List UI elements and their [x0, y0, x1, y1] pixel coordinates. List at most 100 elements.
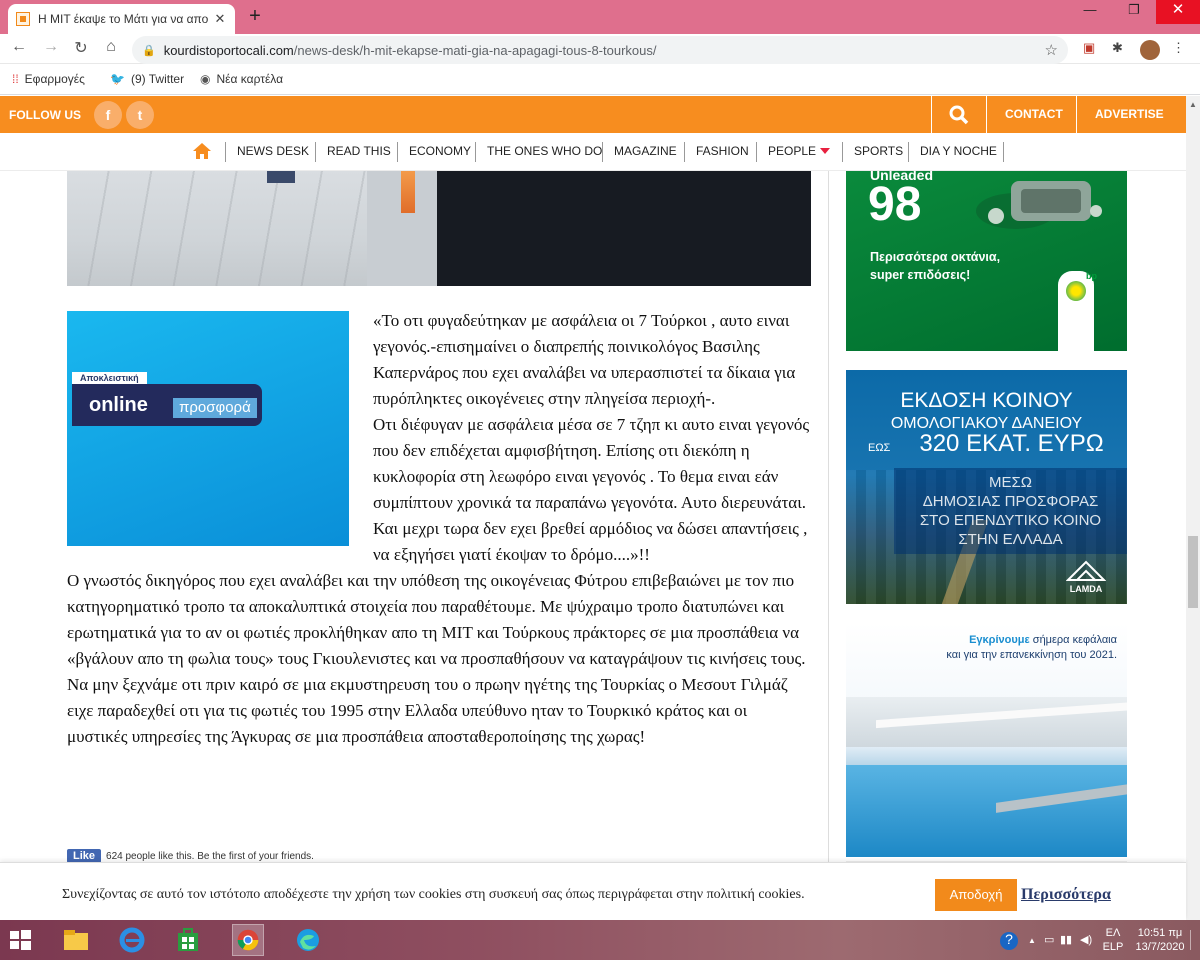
windows-start-icon[interactable]	[4, 924, 36, 956]
divider	[315, 142, 316, 162]
reload-icon[interactable]: ↻	[70, 38, 92, 58]
lamda-bond-ad[interactable]: ΕΚΔΟΣΗ ΚΟΙΝΟΥ ΟΜΟΛΟΓΙΑΚΟΥ ΔΑΝΕΙΟΥ ΕΩΣ 32…	[846, 370, 1127, 604]
nav-magazine[interactable]: MAGAZINE	[614, 144, 677, 158]
article-hero-image	[67, 171, 811, 286]
cookie-more-link[interactable]: Περισσότερα	[1021, 886, 1111, 904]
forward-icon[interactable]: →	[40, 38, 62, 56]
nav-sports[interactable]: SPORTS	[854, 144, 903, 158]
engine-illustration	[976, 181, 1102, 229]
extension-pocket-icon[interactable]: ▣	[1083, 40, 1095, 56]
scroll-up-icon[interactable]: ▲	[1189, 100, 1197, 109]
nav-dia-y-noche[interactable]: DIA Y NOCHE	[920, 144, 997, 158]
article-body: «Το οτι φυγαδεύτηκαν με ασφάλεια οι 7 Το…	[67, 311, 811, 750]
float-spacer	[67, 311, 373, 546]
restore-button[interactable]: ❐	[1112, 0, 1156, 24]
windows-taskbar: ? ▲ ▭ ▮▮ ◀) ΕΛ ELP 10:51 πμ 13/7/2020	[0, 920, 1200, 960]
traffic-cone	[401, 171, 415, 213]
nav-people[interactable]: PEOPLE	[768, 144, 816, 158]
close-window-button[interactable]: ✕	[1156, 0, 1200, 24]
network-icon[interactable]: ▭	[1044, 933, 1054, 947]
edge-icon[interactable]	[292, 924, 324, 956]
twitter-icon: 🐦	[110, 72, 125, 86]
back-icon[interactable]: ←	[8, 38, 30, 56]
tab-close-icon[interactable]: ✕	[213, 11, 227, 27]
ad-tagline: Περισσότερα οκτάνια, super επιδόσεις!	[870, 248, 1000, 284]
profile-avatar[interactable]	[1140, 40, 1160, 60]
store-icon[interactable]	[172, 924, 204, 956]
bookmark-new-tab[interactable]: ◉ Νέα καρτέλα	[200, 72, 283, 86]
like-count-text: 624 people like this. Be the first of yo…	[106, 850, 314, 862]
globe-icon: ◉	[200, 72, 211, 86]
internet-explorer-icon[interactable]	[116, 924, 148, 956]
sidebar-divider	[828, 171, 829, 920]
scrollbar-thumb[interactable]	[1188, 536, 1198, 608]
loan-ad[interactable]: Εγκρίνουμε σήμερα κεφάλαια και για την ε…	[846, 623, 1127, 857]
ad-bond-sub2: ΔΗΜΟΣΙΑΣ ΠΡΟΣΦΟΡΑΣ	[922, 493, 1099, 510]
ad-bond-sub3: ΣΤΟ ΕΠΕΝΔΥΤΙΚΟ ΚΟΙΝΟ	[919, 512, 1102, 529]
bp-fuel-ad[interactable]: Unleaded 98 Περισσότερα οκτάνια, super ε…	[846, 171, 1127, 351]
new-tab-button[interactable]: +	[244, 5, 266, 28]
lamda-brand-text: LAMDA	[1069, 584, 1103, 594]
ad-bond-sub4: ΣΤΗΝ ΕΛΛΑΔΑ	[958, 531, 1063, 548]
language-indicator[interactable]: ΕΛ ELP	[1102, 926, 1124, 954]
browser-tab[interactable]: Η ΜΙΤ έκαψε το Μάτι για να απο ✕	[8, 4, 235, 34]
divider	[1076, 96, 1077, 133]
home-nav-icon[interactable]	[192, 142, 212, 160]
nav-news-desk[interactable]: NEWS DESK	[237, 144, 309, 158]
divider	[1003, 142, 1004, 162]
nav-read-this[interactable]: READ THIS	[327, 144, 391, 158]
ad-pool-image	[846, 765, 1127, 857]
language-bottom: ELP	[1102, 941, 1124, 953]
nav-the-ones-who-do[interactable]: THE ONES WHO DO	[487, 144, 602, 158]
bookmark-label: Εφαρμογές	[24, 72, 85, 86]
like-button[interactable]: Like	[67, 849, 102, 863]
contact-link[interactable]: CONTACT	[1005, 107, 1063, 121]
bookmark-star-icon[interactable]: ☆	[1045, 41, 1058, 59]
extensions-puzzle-icon[interactable]: ✱	[1112, 40, 1123, 56]
ad-tagline-line2: super επιδόσεις!	[870, 268, 971, 282]
page-viewport: FOLLOW US f t CONTACT ADVERTISE NEWS DES…	[0, 96, 1200, 920]
file-explorer-icon[interactable]	[60, 924, 92, 956]
twitter-social-icon[interactable]: t	[126, 101, 154, 129]
nav-fashion[interactable]: FASHION	[696, 144, 749, 158]
ad-bond-amount: 320 ΕΚΑΤ. ΕΥΡΩ	[919, 430, 1104, 457]
divider	[225, 142, 226, 162]
bookmark-apps[interactable]: ⁞⁞ Εφαρμογές	[12, 72, 85, 86]
address-bar[interactable]: 🔒 kourdistoportocali.com /news-desk/h-mi…	[132, 36, 1068, 64]
language-top: ΕΛ	[1105, 927, 1121, 939]
search-icon[interactable]	[948, 104, 970, 126]
signal-icon[interactable]: ▮▮	[1060, 933, 1072, 947]
apps-grid-icon: ⁞⁞	[12, 72, 19, 86]
minimize-button[interactable]: —	[1068, 0, 1112, 24]
follow-us-label: FOLLOW US	[9, 108, 81, 122]
home-icon[interactable]: ⌂	[100, 38, 122, 56]
volume-icon[interactable]: ◀)	[1080, 933, 1092, 947]
chevron-down-icon[interactable]	[820, 148, 830, 154]
lamda-logo: LAMDA	[1060, 560, 1112, 596]
loan-ad-rest: σήμερα κεφάλαια	[1029, 634, 1117, 646]
main-nav: NEWS DESK READ THIS ECONOMY THE ONES WHO…	[0, 133, 1186, 171]
chrome-icon[interactable]	[232, 924, 264, 956]
loan-ad-text: Εγκρίνουμε σήμερα κεφάλαια και για την ε…	[857, 633, 1117, 663]
nav-economy[interactable]: ECONOMY	[409, 144, 471, 158]
clock[interactable]: 10:51 πμ 13/7/2020	[1132, 926, 1188, 954]
hero-person	[437, 171, 811, 286]
ad-octane-number: 98	[868, 178, 922, 231]
page-scrollbar[interactable]: ▲	[1186, 96, 1200, 920]
clock-time: 10:51 πμ	[1137, 927, 1183, 939]
loan-ad-bold: Εγκρίνουμε	[969, 634, 1030, 646]
bookmark-twitter[interactable]: 🐦 (9) Twitter	[110, 72, 184, 86]
cookie-accept-button[interactable]: Αποδοχή	[935, 879, 1017, 911]
help-icon[interactable]: ?	[1000, 932, 1018, 950]
facebook-icon[interactable]: f	[94, 101, 122, 129]
menu-dots-icon[interactable]: ⋮	[1172, 40, 1185, 56]
show-desktop-button[interactable]	[1190, 930, 1196, 950]
tray-arrow-icon[interactable]: ▲	[1028, 934, 1036, 948]
lock-icon: 🔒	[142, 44, 156, 57]
tab-title: Η ΜΙΤ έκαψε το Μάτι για να απο	[38, 12, 209, 26]
loan-ad-line2: και για την επανεκκίνηση του 2021.	[946, 649, 1117, 661]
divider	[475, 142, 476, 162]
bookmark-label: Νέα καρτέλα	[216, 72, 284, 86]
ad-tagline-line1: Περισσότερα οκτάνια,	[870, 250, 1001, 264]
advertise-link[interactable]: ADVERTISE	[1095, 107, 1164, 121]
